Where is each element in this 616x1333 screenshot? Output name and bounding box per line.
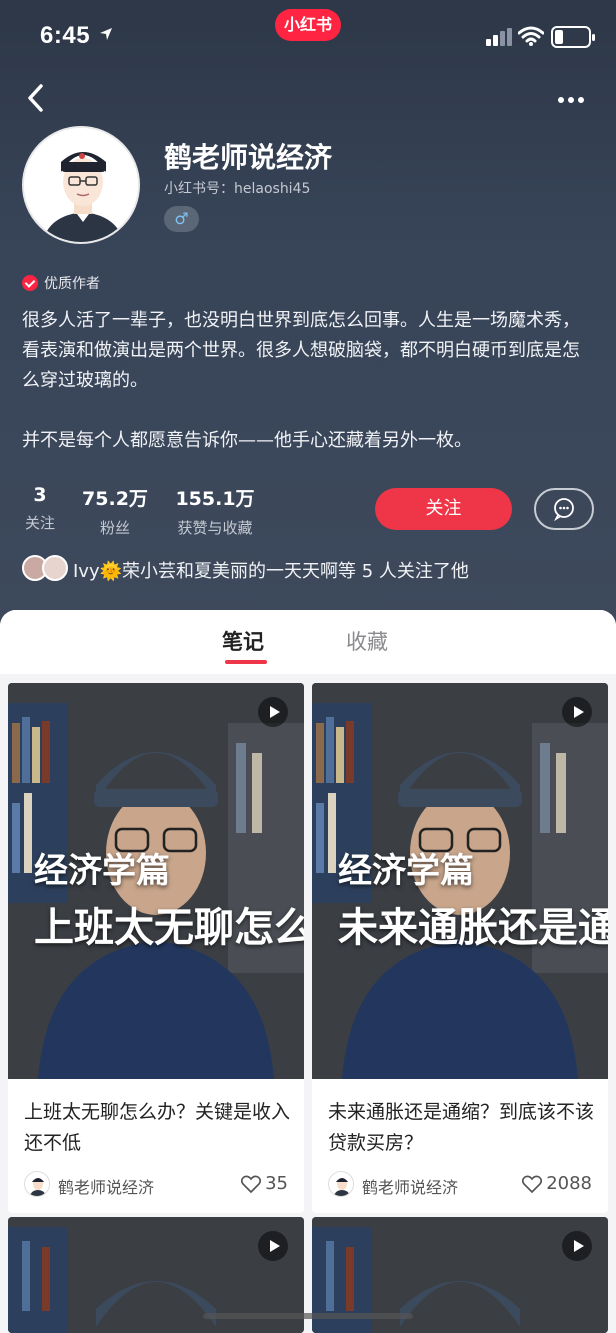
video-play-icon	[258, 1231, 288, 1261]
profile-header: 6:45 小红书 鹤老师说经济 小红书号：helaoshi45 ♂ 优质作者 很…	[0, 0, 616, 640]
back-button[interactable]	[22, 80, 52, 116]
profile-avatar[interactable]	[22, 126, 140, 244]
profile-tabs: 笔记 收藏	[0, 610, 616, 674]
gender-male-icon: ♂	[164, 206, 199, 232]
profile-red-id: 小红书号：helaoshi45	[164, 181, 311, 197]
cover-subtitle: 经济学篇	[34, 851, 170, 891]
quality-author-badge: 优质作者	[22, 273, 100, 293]
mutual-avatar	[42, 555, 68, 581]
like-button[interactable]: 2088	[522, 1173, 592, 1194]
active-tab-indicator	[225, 660, 267, 664]
app-logo-badge: 小红书	[275, 9, 341, 41]
heart-icon	[240, 1175, 262, 1194]
author-avatar	[24, 1171, 50, 1197]
note-card[interactable]: 经济学篇 上班太无聊怎么办 上班太无聊怎么办？关键是收入还不低 鹤老师说经济 3…	[8, 683, 304, 1213]
stat-followers[interactable]: 75.2万 粉丝	[78, 484, 152, 538]
status-time: 6:45	[40, 22, 91, 49]
cellular-signal-icon	[486, 28, 512, 46]
stat-likes-collects[interactable]: 155.1万 获赞与收藏	[170, 484, 260, 538]
tab-collections[interactable]: 收藏	[346, 626, 388, 656]
cover-headline: 未来通胀还是通缩	[338, 905, 608, 951]
note-card[interactable]: 经济学篇 未来通胀还是通缩 未来通胀还是通缩？到底该不该贷款买房？ 鹤老师说经济…	[312, 683, 608, 1213]
like-button[interactable]: 35	[240, 1173, 288, 1194]
note-cover-image[interactable]: 经济学篇 上班太无聊怎么办	[8, 683, 304, 1079]
heart-icon	[522, 1175, 543, 1194]
chat-bubble-icon	[554, 498, 574, 522]
home-indicator[interactable]	[203, 1313, 413, 1319]
bio-paragraph: 并不是每个人都愿意告诉你——他手心还藏着另外一枚。	[22, 430, 472, 451]
location-arrow-icon	[100, 28, 112, 40]
bio-paragraph: 很多人活了一辈子，也没明白世界到底怎么回事。人生是一场魔术秀，看表演和做演出是两…	[22, 310, 580, 391]
message-button[interactable]	[534, 488, 594, 530]
status-bar: 6:45 小红书	[0, 0, 616, 70]
tab-notes[interactable]: 笔记	[222, 626, 264, 656]
profile-name: 鹤老师说经济	[164, 141, 333, 174]
follow-button[interactable]: 关注	[375, 488, 512, 530]
note-cover-image[interactable]: 经济学篇 未来通胀还是通缩	[312, 683, 608, 1079]
wifi-icon	[518, 26, 544, 46]
verified-check-icon	[22, 275, 38, 291]
note-title[interactable]: 上班太无聊怎么办？关键是收入还不低	[24, 1097, 294, 1159]
author-avatar	[328, 1171, 354, 1197]
video-play-icon	[562, 1231, 592, 1261]
more-options-button[interactable]	[558, 88, 592, 108]
cover-subtitle: 经济学篇	[338, 851, 474, 891]
video-play-icon	[258, 697, 288, 727]
video-play-icon	[562, 697, 592, 727]
cover-headline: 上班太无聊怎么办	[34, 905, 304, 951]
mutual-followers-text: Ivy🌞荣小芸和夏美丽的一天天啊等 5 人关注了他	[73, 561, 469, 582]
stat-following[interactable]: 3 关注	[22, 484, 58, 533]
note-title[interactable]: 未来通胀还是通缩？到底该不该贷款买房？	[328, 1097, 598, 1159]
profile-bio: 很多人活了一辈子，也没明白世界到底怎么回事。人生是一场魔术秀，看表演和做演出是两…	[22, 306, 592, 456]
notes-section: 笔记 收藏 经济学篇 上班太无聊怎么 上班太无聊怎么办？关键是收入还不低 鹤老师…	[0, 610, 616, 1333]
battery-icon	[551, 26, 595, 48]
